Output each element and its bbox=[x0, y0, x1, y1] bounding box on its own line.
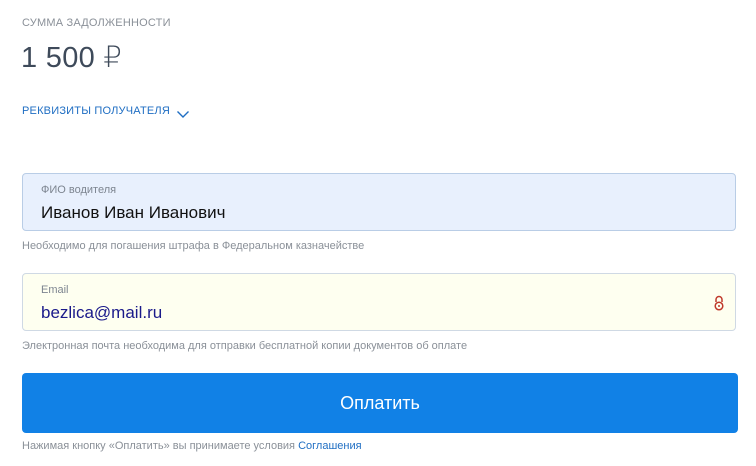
debt-label: СУММА ЗАДОЛЖЕННОСТИ bbox=[22, 17, 171, 29]
driver-name-hint: Необходимо для погашения штрафа в Федера… bbox=[22, 240, 365, 252]
agreement-text: Нажимая кнопку «Оплатить» вы принимаете … bbox=[22, 440, 296, 452]
email-hint: Электронная почта необходима для отправк… bbox=[22, 340, 468, 352]
driver-name-field[interactable]: ФИО водителя bbox=[22, 173, 736, 231]
agreement-link[interactable]: Соглашения bbox=[298, 440, 362, 452]
email-label: Email bbox=[41, 284, 69, 296]
recipient-requisites-toggle[interactable]: РЕКВИЗИТЫ ПОЛУЧАТЕЛЯ bbox=[22, 105, 190, 118]
recipient-requisites-label[interactable]: РЕКВИЗИТЫ ПОЛУЧАТЕЛЯ bbox=[22, 105, 170, 117]
lock-icon[interactable] bbox=[713, 295, 725, 311]
chevron-down-icon[interactable] bbox=[176, 106, 190, 118]
email-input[interactable] bbox=[41, 303, 691, 323]
driver-name-label: ФИО водителя bbox=[41, 184, 117, 196]
payment-form: СУММА ЗАДОЛЖЕННОСТИ 1 500 ₽ РЕКВИЗИТЫ ПО… bbox=[0, 0, 756, 466]
agreement-notice: Нажимая кнопку «Оплатить» вы принимаете … bbox=[22, 440, 362, 452]
email-field[interactable]: Email bbox=[22, 273, 736, 331]
driver-name-input[interactable] bbox=[41, 203, 691, 223]
debt-amount: 1 500 ₽ bbox=[21, 42, 123, 74]
pay-button[interactable]: Оплатить bbox=[22, 373, 738, 433]
